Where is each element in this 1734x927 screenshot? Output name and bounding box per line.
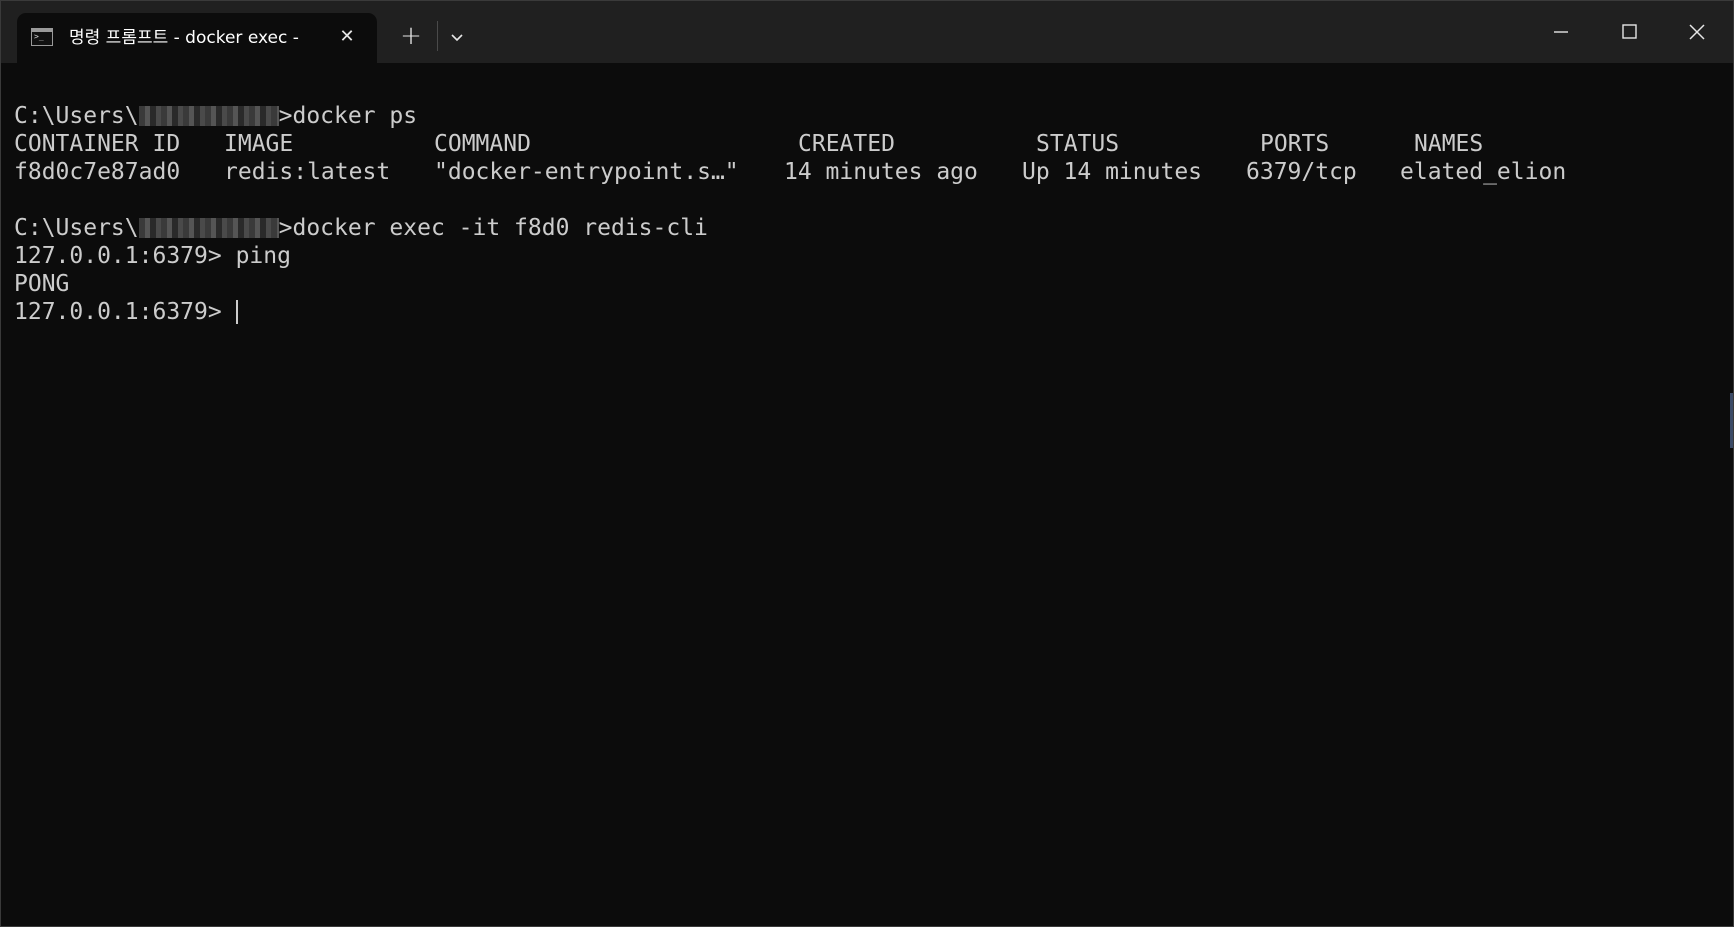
new-tab-button[interactable]: + (393, 19, 429, 55)
redis-reply-line: PONG (14, 271, 70, 297)
table-row: f8d0c7e87ad0 redis:latest "docker-entryp… (14, 158, 1714, 186)
redis-prompt: 127.0.0.1:6379> (14, 243, 236, 269)
header-image: IMAGE (224, 131, 294, 157)
close-icon (1689, 24, 1705, 40)
terminal-output[interactable]: C:\Users\ >docker ps CONTAINER ID IMAGE C… (1, 63, 1733, 926)
minimize-button[interactable] (1527, 1, 1595, 63)
cell-image: redis:latest (224, 159, 391, 185)
header-created: CREATED (798, 131, 895, 157)
redis-prompt: 127.0.0.1:6379> (14, 299, 236, 325)
close-button[interactable] (1663, 1, 1731, 63)
redacted-username (138, 218, 279, 238)
prompt-prefix: C:\Users\ (14, 215, 139, 241)
header-names: NAMES (1414, 131, 1484, 157)
command-text: >docker exec -it f8d0 redis-cli (278, 215, 708, 241)
redis-ping-line: 127.0.0.1:6379> ping (14, 242, 291, 270)
command-line-docker-ps: C:\Users\ >docker ps (14, 102, 417, 130)
redacted-username (138, 106, 279, 126)
header-status: STATUS (1036, 131, 1120, 157)
ps-table-header: CONTAINER ID IMAGE COMMAND CREATED STATU… (14, 130, 1714, 158)
tab-separator (437, 21, 438, 51)
minimize-icon (1554, 31, 1568, 33)
tab-command-prompt[interactable]: >_ 명령 프롬프트 - docker exec - ✕ (17, 13, 377, 63)
command-text: >docker ps (278, 103, 418, 129)
redis-current-prompt[interactable]: 127.0.0.1:6379> (14, 298, 238, 326)
prompt-prefix: C:\Users\ (14, 103, 139, 129)
title-bar[interactable]: >_ 명령 프롬프트 - docker exec - ✕ + (1, 1, 1733, 63)
cell-command: "docker-entrypoint.s…" (434, 159, 739, 185)
terminal-window: >_ 명령 프롬프트 - docker exec - ✕ + C:\Users\… (0, 0, 1734, 927)
tab-dropdown-button[interactable] (441, 21, 473, 53)
maximize-icon (1622, 24, 1637, 39)
scrollbar-edge[interactable] (1730, 393, 1733, 448)
header-ports: PORTS (1260, 131, 1330, 157)
redis-command: ping (235, 243, 291, 269)
cell-container-id: f8d0c7e87ad0 (14, 159, 181, 185)
cell-status: Up 14 minutes (1022, 159, 1203, 185)
chevron-down-icon (451, 34, 463, 42)
tab-close-button[interactable]: ✕ (333, 23, 361, 51)
cell-created: 14 minutes ago (784, 159, 978, 185)
header-container-id: CONTAINER ID (14, 131, 181, 157)
maximize-button[interactable] (1595, 1, 1663, 63)
cell-ports: 6379/tcp (1246, 159, 1357, 185)
header-command: COMMAND (434, 131, 531, 157)
command-prompt-icon: >_ (31, 28, 53, 46)
tab-title: 명령 프롬프트 - docker exec - (69, 28, 299, 48)
text-cursor (235, 300, 238, 324)
command-line-docker-exec: C:\Users\ >docker exec -it f8d0 redis-cli (14, 214, 708, 242)
cell-names: elated_elion (1400, 159, 1567, 185)
